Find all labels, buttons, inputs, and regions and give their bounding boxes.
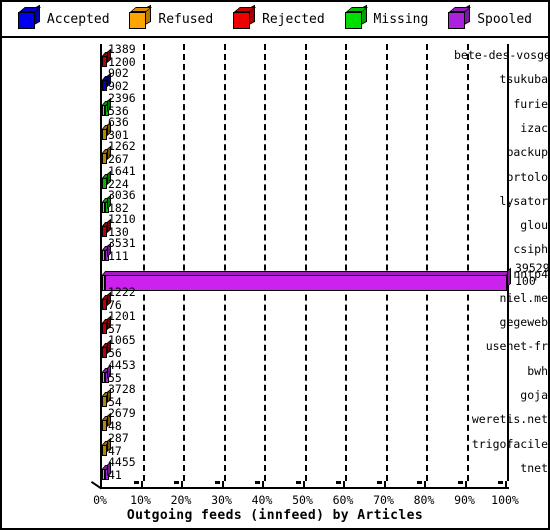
x-tick-stub-10 <box>133 481 139 484</box>
value-label-top-tsukuba: 902 <box>108 66 129 81</box>
value-label-top-goja: 3728 <box>108 382 136 397</box>
x-tick-label-80: 80% <box>413 493 435 507</box>
value-label-top-ortolo: 1641 <box>108 163 136 178</box>
x-tick-stub-80 <box>417 481 422 484</box>
x-tick-100 <box>505 481 507 489</box>
x-tick-stub-100 <box>498 481 503 484</box>
value-label-top-usenet-fr: 1065 <box>108 333 136 348</box>
x-tick-stub-20 <box>174 481 179 484</box>
value-label-top-glou: 1210 <box>108 212 136 227</box>
x-tick-label-70: 70% <box>373 493 394 507</box>
value-label-top-tnet: 4455 <box>108 454 136 469</box>
x-tick-40 <box>262 481 264 489</box>
x-tick-stub-70 <box>376 481 382 484</box>
x-tick-stub-90 <box>457 481 463 484</box>
chart-title: Outgoing feeds (innfeed) by Articles <box>126 508 424 523</box>
x-tick-20 <box>181 481 183 489</box>
x-axis <box>90 481 513 493</box>
x-tick-label-10: 10% <box>130 493 151 507</box>
x-tick-stub-50 <box>295 481 301 484</box>
chart-legend: Accepted Refused Rejected Missing Spooled <box>2 2 548 38</box>
cube-icon <box>448 4 472 30</box>
value-label-top-csiph: 3531 <box>108 236 136 251</box>
plot-frame <box>100 44 511 481</box>
x-tick-stub-60 <box>336 481 341 484</box>
x-tick-stub-30 <box>214 481 220 484</box>
value-label-bottom-csiph: 111 <box>108 249 129 264</box>
gridline-70 <box>385 44 388 481</box>
x-tick-60 <box>343 481 345 489</box>
x-axis-spine <box>100 487 509 489</box>
gridline-10 <box>142 44 145 481</box>
x-tick-80 <box>424 481 426 489</box>
x-tick-label-20: 20% <box>170 493 192 507</box>
x-tick-label-30: 30% <box>211 493 232 507</box>
legend-label: Refused <box>158 11 214 27</box>
value-label-top-weretis.net: 2679 <box>108 406 136 421</box>
gridline-60 <box>345 44 347 481</box>
gridline-90 <box>466 44 469 481</box>
value-label-top-trigofacile: 287 <box>108 430 129 445</box>
cube-icon <box>17 4 41 30</box>
value-label-bottom-tnet: 41 <box>108 467 122 482</box>
x-tick-stub-40 <box>255 481 260 484</box>
value-label-top-gegeweb: 1201 <box>108 309 136 324</box>
cube-icon <box>233 4 257 30</box>
value-label-top-furie: 2396 <box>108 90 136 105</box>
cube-icon <box>129 4 153 30</box>
plot-area: bete-des-vosges tsukuba furie izac backup ort… <box>2 38 548 528</box>
chart-page: Accepted Refused Rejected Missing Spooled be… <box>0 0 550 530</box>
gridline-20 <box>183 44 185 481</box>
legend-item-missing: Missing <box>344 4 429 30</box>
value-label-top-bete-des-vosges: 1389 <box>108 42 136 57</box>
cube-icon <box>344 4 368 30</box>
x-tick-label-40: 40% <box>251 493 273 507</box>
legend-label: Missing <box>373 11 429 27</box>
bar-top-face <box>102 270 511 275</box>
legend-label: Accepted <box>46 11 110 27</box>
x-tick-30 <box>221 481 224 489</box>
gridline-80 <box>426 44 428 481</box>
legend-item-refused: Refused <box>129 4 214 30</box>
gridline-30 <box>223 44 226 481</box>
legend-item-rejected: Rejected <box>233 4 325 30</box>
x-tick-10 <box>140 481 143 489</box>
value-label-top-lysator: 3036 <box>108 187 136 202</box>
bar-segment-spooled <box>105 274 507 291</box>
value-label-top-izac: 636 <box>108 114 129 129</box>
value-label-top-nntp4: 395291 <box>515 260 550 275</box>
x-tick-0 <box>100 481 102 489</box>
x-tick-label-50: 50% <box>292 493 313 507</box>
value-label-top-backup: 1262 <box>108 139 136 154</box>
gridline-50 <box>304 44 307 481</box>
bar-right-face <box>507 267 511 287</box>
x-tick-50 <box>302 481 305 489</box>
value-label-top-bwh: 4453 <box>108 357 136 372</box>
x-tick-label-60: 60% <box>332 493 354 507</box>
legend-label: Rejected <box>262 11 325 27</box>
x-tick-70 <box>383 481 386 489</box>
x-tick-label-100: 100% <box>491 493 519 507</box>
x-tick-label-90: 90% <box>454 493 475 507</box>
x-tick-90 <box>464 481 467 489</box>
value-label-bottom-nntp4: 100 <box>515 273 536 288</box>
x-tick-label-0: 0% <box>93 493 107 507</box>
legend-item-spooled: Spooled <box>448 4 532 30</box>
legend-item-accepted: Accepted <box>17 4 110 30</box>
value-label-top-niel.me: 1222 <box>108 284 136 299</box>
gridline-40 <box>264 44 266 481</box>
legend-label: Spooled <box>477 11 532 27</box>
